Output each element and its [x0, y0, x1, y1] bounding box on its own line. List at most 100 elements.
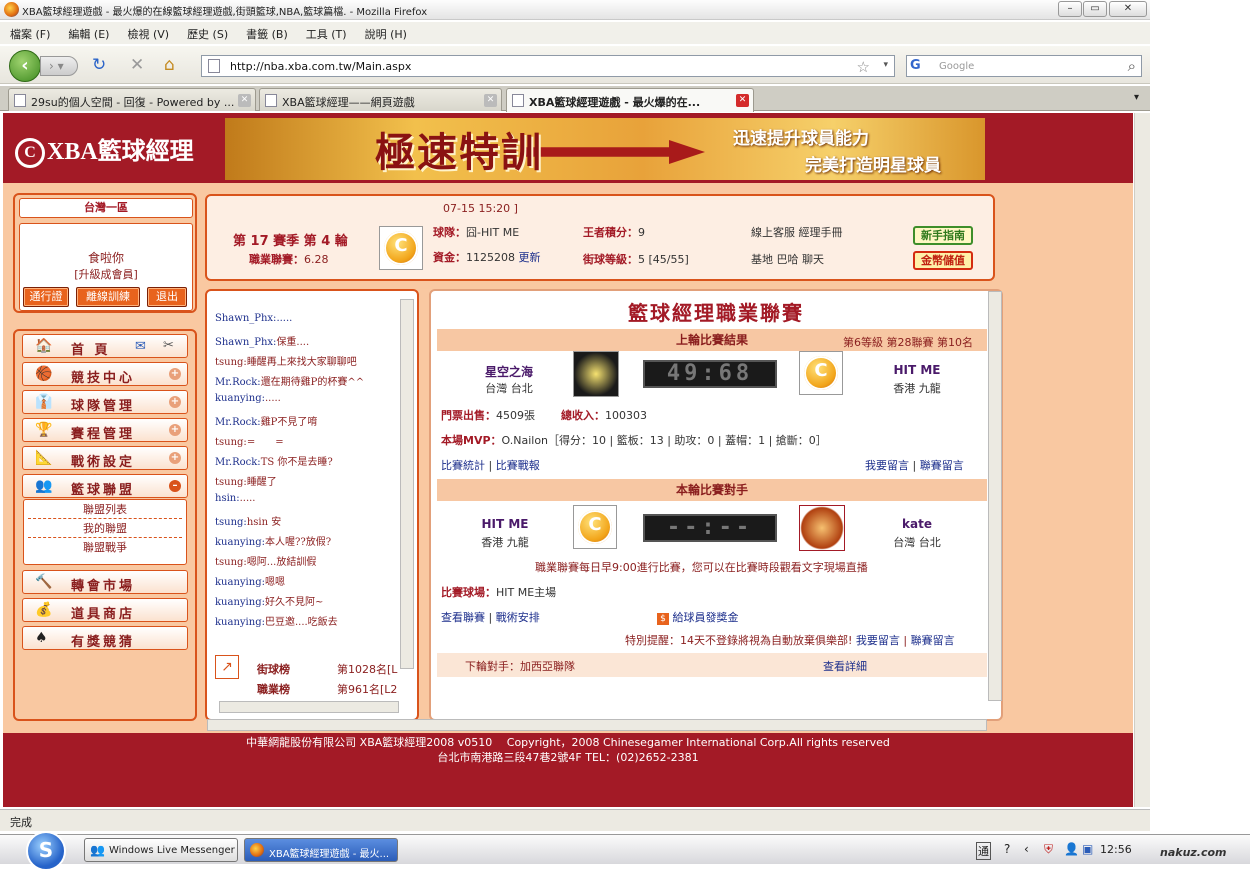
- newbie-guide-button[interactable]: 新手指南: [913, 226, 973, 245]
- menu-home[interactable]: 🏠 首 頁 ✉ ✂: [22, 334, 188, 358]
- menu-league[interactable]: 👥 籃球聯盟 –: [22, 474, 188, 498]
- league-links: 查看聯賽 | 戰術安排: [441, 611, 540, 624]
- league-scrollbar[interactable]: [988, 291, 1002, 701]
- tab-xba-game[interactable]: XBA籃球經理遊戲 - 最火爆的在... ✕: [506, 88, 754, 112]
- bonus-link[interactable]: $ 給球員發獎金: [657, 609, 739, 625]
- team-info-panel: 07-15 15:20 ] 第 17 賽季 第 4 輪 職業聯賽：6.28 C …: [205, 194, 995, 281]
- tray-arrow-icon[interactable]: ‹: [1024, 842, 1029, 856]
- opponent-away-logo[interactable]: [799, 505, 845, 551]
- menu-team[interactable]: 👔 球隊管理 +: [22, 390, 188, 414]
- user-info: 食啦你 [升級成會員] 通行證 離線訓練 退出: [19, 223, 193, 311]
- menu-quiz[interactable]: ♠ 有獎競猜: [22, 626, 188, 650]
- leave-message-link[interactable]: 我要留言: [865, 459, 909, 472]
- page-vertical-scrollbar[interactable]: [1134, 113, 1150, 807]
- menu-competition[interactable]: 🏀 競技中心 +: [22, 362, 188, 386]
- menu-shop[interactable]: 💰 道具商店: [22, 598, 188, 622]
- update-link[interactable]: 更新: [519, 251, 541, 264]
- site-logo[interactable]: C XBA籃球經理: [15, 131, 194, 169]
- stop-icon[interactable]: ✕: [130, 56, 144, 74]
- url-dropdown-icon[interactable]: ▾: [883, 60, 888, 70]
- home-team-name[interactable]: 星空之海: [469, 363, 549, 380]
- menu-help[interactable]: 說明 (H): [355, 22, 415, 42]
- service-links[interactable]: 線上客服 經理手冊: [751, 224, 843, 240]
- logout-button[interactable]: 退出: [147, 287, 187, 307]
- gold-icon: 💰: [35, 602, 53, 618]
- league-icon: 👥: [35, 478, 53, 494]
- taskbar-firefox[interactable]: XBA籃球經理遊戲 - 最火...: [244, 838, 398, 862]
- leave-message-link-2[interactable]: 我要留言: [856, 634, 900, 647]
- maximize-button[interactable]: ▭: [1083, 1, 1107, 17]
- upgrade-member-link[interactable]: [升級成會員]: [20, 266, 192, 282]
- home-icon[interactable]: ⌂: [164, 56, 175, 74]
- home-icon: 🏠: [35, 338, 53, 354]
- close-tab-icon[interactable]: ✕: [736, 94, 749, 107]
- league-war-link[interactable]: 聯盟戰爭: [28, 538, 182, 557]
- gold-recharge-button[interactable]: 金幣儲值: [913, 251, 973, 270]
- back-button[interactable]: ‹: [9, 50, 41, 82]
- home-team-logo[interactable]: [573, 351, 619, 397]
- tab-list-icon[interactable]: ▾: [1134, 92, 1139, 103]
- match-stats-link[interactable]: 比賽統計: [441, 459, 485, 472]
- menu-history[interactable]: 歷史 (S): [177, 22, 236, 42]
- start-button[interactable]: S: [26, 831, 66, 871]
- tab-xba-web[interactable]: XBA籃球經理——網頁遊戲 ✕: [259, 88, 502, 111]
- rank-pro-value: 第961名[L2: [337, 683, 398, 696]
- league-message-link-2[interactable]: 聯賽留言: [911, 634, 955, 647]
- search-box[interactable]: G Google ⌕: [906, 55, 1142, 77]
- match-report-link[interactable]: 比賽戰報: [496, 459, 540, 472]
- forward-button[interactable]: › ▾: [40, 56, 78, 76]
- close-window-button[interactable]: ✕: [1109, 1, 1147, 17]
- mail-icon[interactable]: ✉: [135, 339, 146, 354]
- menu-schedule[interactable]: 🏆 賽程管理 +: [22, 418, 188, 442]
- search-icon[interactable]: ⌕: [1128, 57, 1136, 75]
- ime-icon[interactable]: 通: [976, 842, 991, 860]
- tab-29su[interactable]: 29su的個人空間 - 回復 - Powered by ... ✕: [8, 88, 256, 111]
- close-tab-icon[interactable]: ✕: [484, 94, 497, 107]
- away-team-logo[interactable]: C: [799, 351, 843, 395]
- menu-edit[interactable]: 編輯 (E): [58, 22, 117, 42]
- opponent-home-name[interactable]: HIT ME: [465, 517, 545, 531]
- site-header: C XBA籃球經理 極速特訓 迅速提升球員能力 完美打造明星球員: [3, 113, 1133, 183]
- opponent-away-name[interactable]: kate: [877, 517, 957, 531]
- pass-button[interactable]: 通行證: [23, 287, 69, 307]
- this-round-header: 本輪比賽對手: [437, 479, 987, 501]
- tactics-link[interactable]: 戰術安排: [496, 611, 540, 624]
- chat-horizontal-scrollbar[interactable]: [219, 701, 399, 713]
- close-tab-icon[interactable]: ✕: [238, 94, 251, 107]
- user-name[interactable]: 食啦你: [20, 249, 192, 266]
- site-footer: 中華網龍股份有限公司 XBA籃球經理2008 v0510 Copyright，2…: [3, 733, 1133, 807]
- my-league-link[interactable]: 我的聯盟: [28, 519, 182, 538]
- view-league-link[interactable]: 查看聯賽: [441, 611, 485, 624]
- windows-taskbar: S 👥 Windows Live Messenger XBA籃球經理遊戲 - 最火…: [0, 831, 1250, 871]
- menu-view[interactable]: 檢視 (V): [117, 22, 177, 42]
- menu-transfer[interactable]: 🔨 轉會市場: [22, 570, 188, 594]
- reload-icon[interactable]: ↻: [92, 56, 106, 74]
- bookmark-star-icon[interactable]: ☆: [857, 58, 870, 76]
- network-icon[interactable]: ▣: [1082, 842, 1093, 856]
- minimize-button[interactable]: –: [1058, 1, 1082, 17]
- offline-training-button[interactable]: 離線訓練: [76, 287, 140, 307]
- url-bar[interactable]: http://nba.xba.com.tw/Main.aspx ☆ ▾: [201, 55, 895, 77]
- menu-file[interactable]: 檔案 (F): [0, 22, 58, 42]
- search-engine-icon[interactable]: G: [910, 58, 921, 73]
- menu-bookmarks[interactable]: 書籤 (B): [236, 22, 296, 42]
- settings-icon[interactable]: ✂: [163, 338, 174, 353]
- community-links[interactable]: 基地 巴哈 聊天: [751, 251, 824, 267]
- chat-scrollbar[interactable]: [400, 299, 414, 669]
- league-message-link[interactable]: 聯賽留言: [920, 459, 964, 472]
- opponent-home-logo[interactable]: C: [573, 505, 617, 549]
- league-title: 籃球經理職業聯賽: [628, 301, 804, 325]
- taskbar-messenger[interactable]: 👥 Windows Live Messenger: [84, 838, 238, 862]
- promo-banner[interactable]: 極速特訓 迅速提升球員能力 完美打造明星球員: [225, 118, 985, 180]
- shield-icon[interactable]: ⛨: [1044, 842, 1053, 857]
- league-list-link[interactable]: 聯盟列表: [28, 500, 182, 519]
- clock[interactable]: 12:56: [1100, 843, 1132, 856]
- menu-tactics[interactable]: 📐 戰術設定 +: [22, 446, 188, 470]
- away-team-name[interactable]: HIT ME: [877, 363, 957, 377]
- team-logo[interactable]: C: [379, 226, 423, 270]
- menu-tools[interactable]: 工具 (T): [296, 22, 355, 42]
- view-detail-link[interactable]: 查看詳細: [823, 658, 867, 674]
- help-icon[interactable]: ?: [1004, 842, 1010, 856]
- buddy-icon[interactable]: 👤: [1064, 842, 1079, 856]
- page-horizontal-scrollbar[interactable]: [207, 719, 987, 731]
